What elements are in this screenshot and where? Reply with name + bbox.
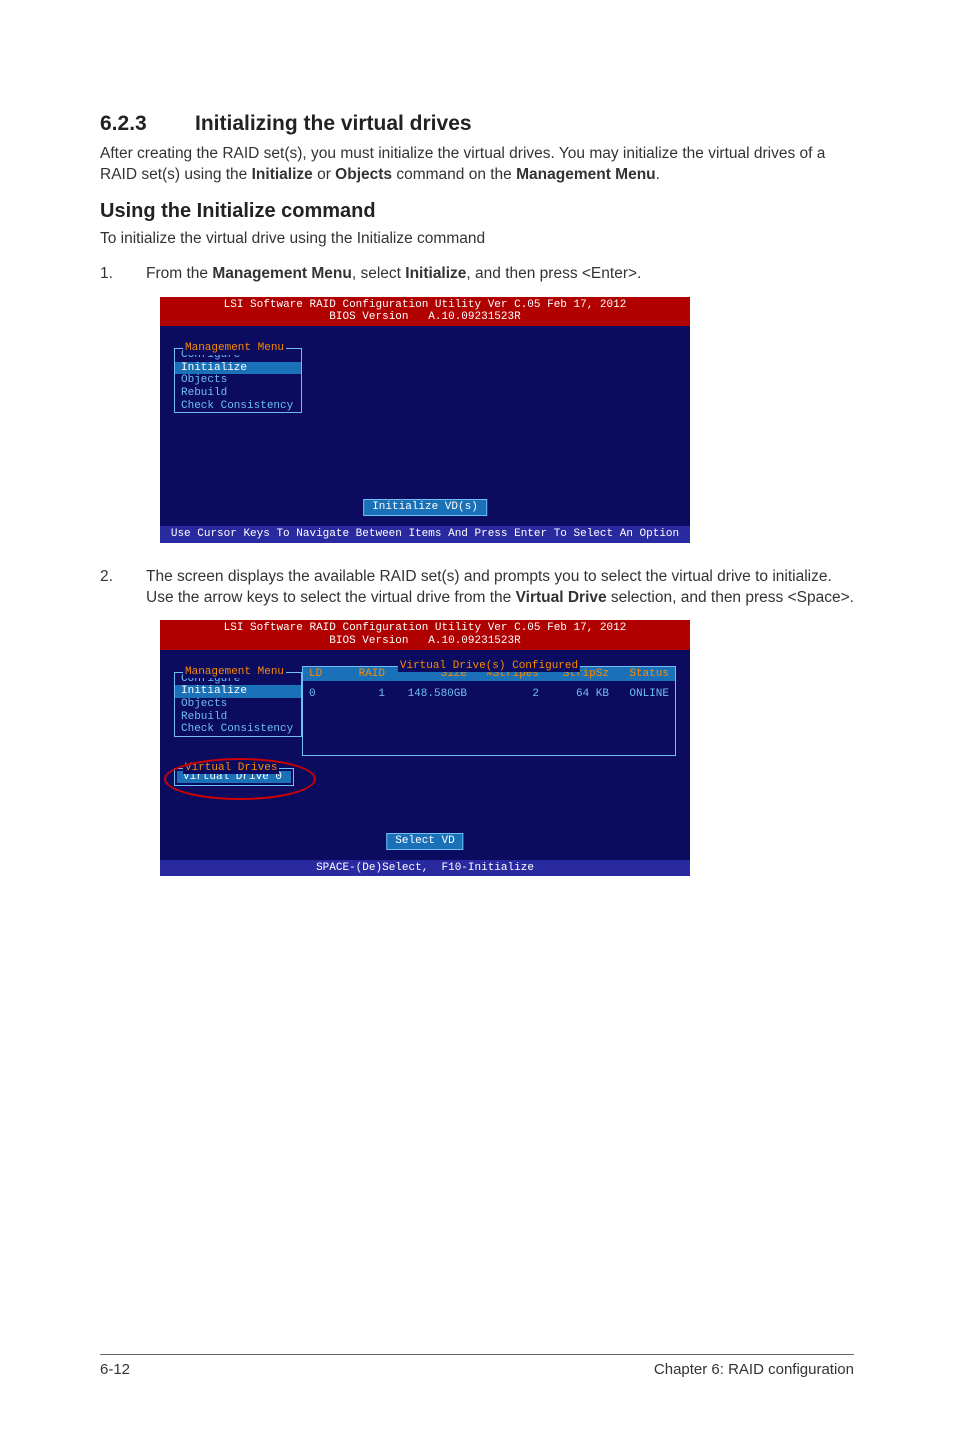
col-ld: LD xyxy=(309,668,337,681)
bios-header-line2: BIOS Version A.10.09231523R xyxy=(329,311,520,323)
vd-table-title: Virtual Drive(s) Configured xyxy=(398,660,580,673)
menu-item-initialize[interactable]: Initialize xyxy=(175,362,301,375)
step-1: 1. From the Management Menu, select Init… xyxy=(100,264,854,285)
menu-item-objects[interactable]: Objects xyxy=(175,698,301,711)
cell-stripes: 2 xyxy=(467,688,539,701)
virtual-drives-box: Virtual Drives Virtual Drive 0 xyxy=(174,768,294,787)
col-raid: RAID xyxy=(337,668,385,681)
cell-status: ONLINE xyxy=(609,688,669,701)
cell-raid: 1 xyxy=(337,688,385,701)
intro-paragraph: After creating the RAID set(s), you must… xyxy=(100,144,854,186)
bios-body: Management Menu Configure Initialize Obj… xyxy=(160,650,690,860)
text-run: From the xyxy=(146,265,212,282)
bios-footer: Use Cursor Keys To Navigate Between Item… xyxy=(160,526,690,543)
menu-item-initialize[interactable]: Initialize xyxy=(175,685,301,698)
cell-ld: 0 xyxy=(309,688,337,701)
bios-screenshot-1: LSI Software RAID Configuration Utility … xyxy=(160,297,854,543)
management-menu-box: Management Menu Configure Initialize Obj… xyxy=(174,348,302,413)
bold-term: Management Menu xyxy=(212,265,352,282)
text-run: , select xyxy=(352,265,405,282)
initialize-vds-label: Initialize VD(s) xyxy=(363,499,487,516)
vd-configured-table: Virtual Drive(s) Configured LD RAID Size… xyxy=(302,666,676,756)
step-text: The screen displays the available RAID s… xyxy=(146,567,854,609)
text-run: . xyxy=(656,166,660,183)
text-run: command on the xyxy=(392,166,516,183)
bios-header: LSI Software RAID Configuration Utility … xyxy=(160,620,690,649)
step-number: 1. xyxy=(100,264,146,285)
col-status: Status xyxy=(609,668,669,681)
text-run: or xyxy=(313,166,335,183)
virtual-drives-title: Virtual Drives xyxy=(183,762,279,775)
step-2: 2. The screen displays the available RAI… xyxy=(100,567,854,609)
chapter-title: Chapter 6: RAID configuration xyxy=(654,1361,854,1378)
step-number: 2. xyxy=(100,567,146,609)
bios-header-line2: BIOS Version A.10.09231523R xyxy=(329,635,520,647)
subsection-intro: To initialize the virtual drive using th… xyxy=(100,229,854,250)
menu-item-check-consistency[interactable]: Check Consistency xyxy=(175,400,301,413)
section-title: Initializing the virtual drives xyxy=(195,112,472,135)
step-text: From the Management Menu, select Initial… xyxy=(146,264,854,285)
cell-size: 148.580GB xyxy=(385,688,467,701)
select-vd-label: Select VD xyxy=(386,833,463,850)
management-menu-title: Management Menu xyxy=(183,666,286,679)
bios-header: LSI Software RAID Configuration Utility … xyxy=(160,297,690,326)
bios-header-line1: LSI Software RAID Configuration Utility … xyxy=(224,622,627,634)
section-number: 6.2.3 xyxy=(100,112,195,136)
section-heading: 6.2.3Initializing the virtual drives xyxy=(100,112,854,136)
menu-item-rebuild[interactable]: Rebuild xyxy=(175,711,301,724)
subsection-heading: Using the Initialize command xyxy=(100,200,854,223)
bios-footer: SPACE-(De)Select, F10-Initialize xyxy=(160,860,690,877)
cell-stripsz: 64 KB xyxy=(539,688,609,701)
vd-table-data-row: 0 1 148.580GB 2 64 KB ONLINE xyxy=(303,687,675,702)
bold-term: Initialize xyxy=(252,166,313,183)
bold-term: Initialize xyxy=(405,265,466,282)
page-number: 6-12 xyxy=(100,1361,130,1378)
page-footer: 6-12 Chapter 6: RAID configuration xyxy=(100,1354,854,1378)
bios-body: Management Menu Configure Initialize Obj… xyxy=(160,326,690,526)
bios-screenshot-2: LSI Software RAID Configuration Utility … xyxy=(160,620,854,876)
menu-item-objects[interactable]: Objects xyxy=(175,374,301,387)
bios-header-line1: LSI Software RAID Configuration Utility … xyxy=(224,299,627,311)
text-run: , and then press <Enter>. xyxy=(466,265,641,282)
text-run: selection, and then press <Space>. xyxy=(607,589,854,606)
bold-term: Management Menu xyxy=(516,166,656,183)
menu-item-rebuild[interactable]: Rebuild xyxy=(175,387,301,400)
management-menu-title: Management Menu xyxy=(183,342,286,355)
bold-term: Virtual Drive xyxy=(516,589,607,606)
menu-item-check-consistency[interactable]: Check Consistency xyxy=(175,723,301,736)
bold-term: Objects xyxy=(335,166,392,183)
management-menu-box: Management Menu Configure Initialize Obj… xyxy=(174,672,302,737)
